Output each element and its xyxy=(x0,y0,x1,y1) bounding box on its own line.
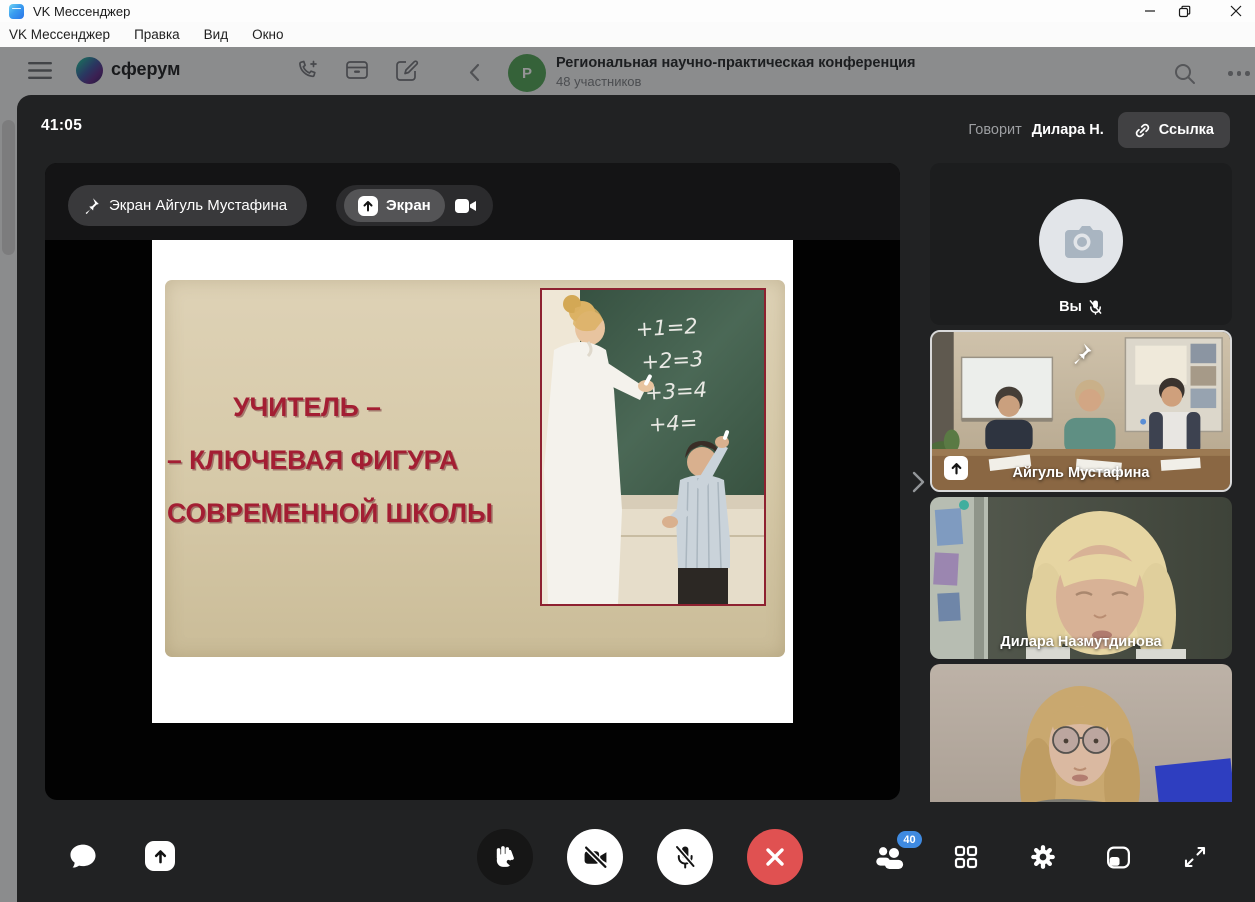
window-title: VK Мессенджер xyxy=(33,4,130,19)
mic-muted-icon xyxy=(1088,299,1103,315)
picture-in-picture-button[interactable] xyxy=(1104,843,1132,871)
minimize-button[interactable] xyxy=(1133,0,1167,22)
participant-tile-you[interactable]: Вы xyxy=(930,163,1232,325)
menu-item-window[interactable]: Окно xyxy=(252,27,283,42)
participant-tile-dilara[interactable]: Дилара Назмутдинова xyxy=(930,497,1232,659)
call-timer: 41:05 xyxy=(41,117,82,135)
participant-name-you: Вы xyxy=(1059,299,1082,315)
pinned-tile-pin-icon xyxy=(1071,342,1093,369)
slide-title-line3: СОВРЕМЕННОЙ ШКОЛЫ xyxy=(167,498,447,529)
fourth-video xyxy=(930,664,1232,802)
slide-title-line1: УЧИТЕЛЬ – xyxy=(167,392,447,423)
pinned-screen-pill[interactable]: Экран Айгуль Мустафина xyxy=(68,185,307,226)
close-window-button[interactable] xyxy=(1219,0,1253,22)
vk-messenger-app-icon xyxy=(9,4,24,19)
menu-bar: VK Мессенджер Правка Вид Окно xyxy=(0,22,1255,48)
speaking-name: Дилара Н. xyxy=(1032,122,1104,138)
chat-button[interactable] xyxy=(65,839,101,875)
participant-name-aigul: Айгуль Мустафина xyxy=(932,465,1230,481)
pin-icon xyxy=(83,197,100,214)
slide-title-line2: – КЛЮЧЕВАЯ ФИГУРА xyxy=(167,445,447,476)
screen-share-icon xyxy=(358,196,378,216)
link-button-label: Ссылка xyxy=(1159,122,1214,138)
participant-tile-fourth[interactable] xyxy=(930,664,1232,802)
share-screen-button[interactable] xyxy=(145,841,175,871)
shared-slide: УЧИТЕЛЬ – – КЛЮЧЕВАЯ ФИГУРА СОВРЕМЕННОЙ … xyxy=(152,240,793,723)
participants-count-badge: 40 xyxy=(897,831,922,848)
collapse-sidebar-chevron[interactable] xyxy=(910,469,928,495)
restore-button[interactable] xyxy=(1167,0,1201,22)
participant-name-dilara: Дилара Назмутдинова xyxy=(930,634,1232,650)
pinned-screen-label: Экран Айгуль Мустафина xyxy=(109,197,287,214)
call-window: 41:05 Говорит Дилара Н. Ссылка xyxy=(17,95,1255,902)
grid-view-button[interactable] xyxy=(952,843,980,871)
chalk-line-3: +3=4 xyxy=(645,378,708,405)
screen-tab-label: Экран xyxy=(386,197,431,214)
screen-tab[interactable]: Экран xyxy=(344,189,445,222)
camera-off-button[interactable] xyxy=(567,829,623,885)
slide-title: УЧИТЕЛЬ – – КЛЮЧЕВАЯ ФИГУРА СОВРЕМЕННОЙ … xyxy=(167,392,447,551)
chalk-line-2: +2=3 xyxy=(641,347,704,374)
vk-messenger-window: VK Мессенджер VK Мессенджер Правка Вид О… xyxy=(0,0,1255,902)
menu-item-app[interactable]: VK Мессенджер xyxy=(9,27,110,42)
slide-panel: УЧИТЕЛЬ – – КЛЮЧЕВАЯ ФИГУРА СОВРЕМЕННОЙ … xyxy=(165,280,785,657)
speaking-label: Говорит xyxy=(968,122,1021,138)
mic-off-button[interactable] xyxy=(657,829,713,885)
window-titlebar: VK Мессенджер xyxy=(0,0,1255,22)
screen-source-pill[interactable]: Экран xyxy=(336,185,493,226)
end-call-button[interactable] xyxy=(747,829,803,885)
main-video-area: Экран Айгуль Мустафина Экран УЧИТЕЛЬ – xyxy=(45,163,900,800)
participant-tile-aigul[interactable]: Айгуль Мустафина xyxy=(930,330,1232,492)
chalk-line-1: +1=2 xyxy=(635,314,698,341)
slide-photo-teacher-and-pupil: +1=2 +2=3 +3=4 +4= xyxy=(540,288,766,606)
link-icon xyxy=(1134,122,1151,139)
menu-item-edit[interactable]: Правка xyxy=(134,27,180,42)
raise-hand-button[interactable] xyxy=(477,829,533,885)
menu-item-view[interactable]: Вид xyxy=(204,27,228,42)
settings-button[interactable] xyxy=(1029,843,1057,871)
fullscreen-button[interactable] xyxy=(1181,843,1209,871)
copy-link-button[interactable]: Ссылка xyxy=(1118,112,1230,148)
camera-source-icon[interactable] xyxy=(455,198,477,214)
chalk-line-4: +4= xyxy=(648,410,698,437)
participants-sidebar: Вы xyxy=(930,163,1232,802)
camera-placeholder-avatar xyxy=(1039,199,1123,283)
